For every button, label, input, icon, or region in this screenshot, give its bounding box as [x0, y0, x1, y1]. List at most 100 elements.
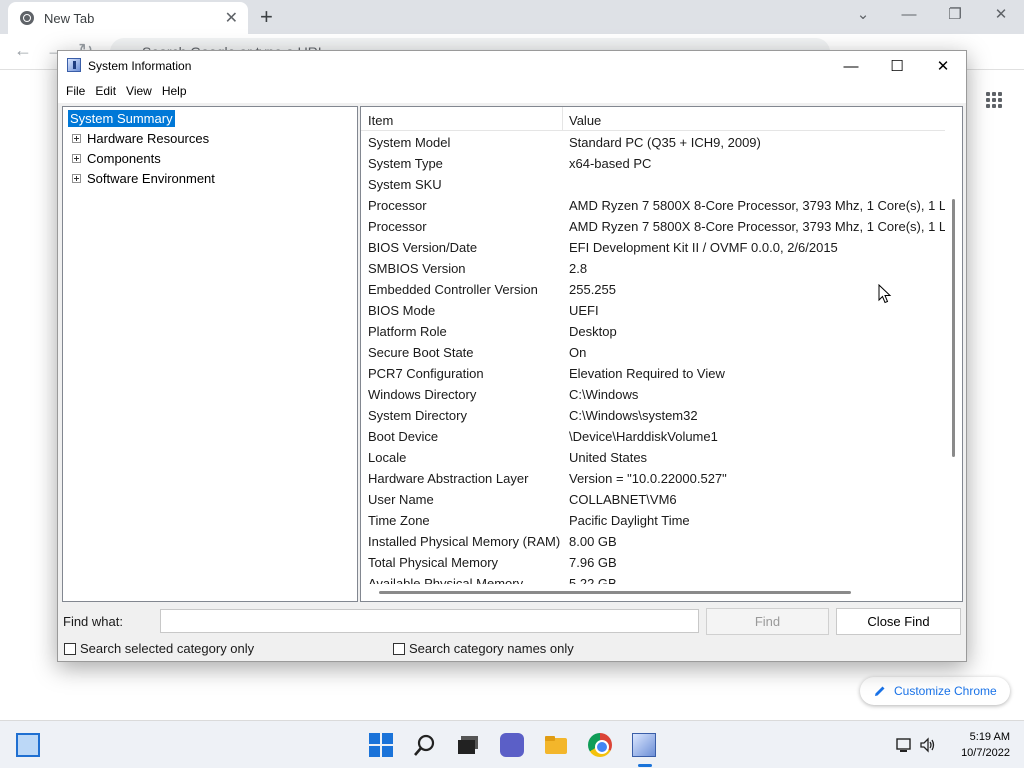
volume-icon[interactable]	[919, 737, 937, 753]
table-row[interactable]: User Name COLLABNET\VM6	[361, 488, 945, 509]
file-explorer-icon[interactable]	[544, 733, 568, 757]
active-app-indicator	[638, 764, 652, 767]
tree-item-system-summary[interactable]: System Summary	[68, 110, 175, 127]
chrome-tab-new-tab[interactable]: New Tab ✕	[8, 2, 248, 34]
table-row[interactable]: Installed Physical Memory (RAM) 8.00 GB	[361, 530, 945, 551]
start-icon[interactable]	[369, 733, 393, 757]
row-item: BIOS Version/Date	[368, 240, 478, 255]
tab-search-chevron-icon[interactable]: ⌄	[840, 0, 886, 30]
row-item: User Name	[368, 492, 434, 507]
row-item: Windows Directory	[368, 387, 477, 402]
column-divider[interactable]	[562, 107, 563, 131]
vertical-scroll-thumb[interactable]	[952, 199, 955, 457]
row-value: Standard PC (Q35 + ICH9, 2009)	[569, 135, 761, 150]
search-icon[interactable]	[413, 733, 437, 757]
minimize-button[interactable]: —	[828, 51, 874, 81]
horizontal-scrollbar[interactable]	[361, 584, 945, 601]
row-value: Version = "10.0.22000.527"	[569, 471, 727, 486]
row-item: Time Zone	[368, 513, 430, 528]
table-row[interactable]: SMBIOS Version 2.8	[361, 257, 945, 278]
tree-item-software-environment[interactable]: Software Environment	[72, 171, 215, 186]
widgets-icon[interactable]	[16, 733, 40, 757]
chrome-icon[interactable]	[588, 733, 612, 757]
tree-item-label: Components	[87, 151, 161, 166]
close-button[interactable]: ✕	[920, 51, 966, 81]
table-row[interactable]: System Model Standard PC (Q35 + ICH9, 200…	[361, 131, 945, 152]
find-button[interactable]: Find	[706, 608, 829, 635]
title-bar[interactable]: System Information — ☐ ✕	[58, 51, 966, 81]
checkbox-box[interactable]	[64, 642, 76, 655]
checkbox-box[interactable]	[393, 642, 405, 655]
expand-plus-icon[interactable]	[72, 174, 81, 183]
menu-edit[interactable]: Edit	[90, 81, 121, 103]
close-find-button[interactable]: Close Find	[836, 608, 961, 635]
vertical-scrollbar[interactable]	[945, 107, 962, 585]
chrome-restore-button[interactable]: ❐	[932, 0, 978, 30]
find-what-label: Find what:	[63, 614, 123, 629]
checkbox-label: Search selected category only	[80, 641, 255, 656]
table-row[interactable]: Time Zone Pacific Daylight Time	[361, 509, 945, 530]
table-row[interactable]: BIOS Mode UEFI	[361, 299, 945, 320]
table-row[interactable]: Processor AMD Ryzen 7 5800X 8-Core Proces…	[361, 194, 945, 215]
column-header-value[interactable]: Value	[569, 113, 601, 128]
new-tab-button[interactable]: +	[260, 4, 273, 30]
customize-chrome-button[interactable]: Customize Chrome	[860, 677, 1010, 705]
tree-item-hardware-resources[interactable]: Hardware Resources	[72, 131, 209, 146]
search-selected-category-checkbox[interactable]: Search selected category only	[64, 641, 254, 656]
table-row[interactable]: System SKU	[361, 173, 945, 194]
table-row[interactable]: Hardware Abstraction Layer Version = "10.…	[361, 467, 945, 488]
table-row[interactable]: PCR7 Configuration Elevation Required to …	[361, 362, 945, 383]
column-header-item[interactable]: Item	[368, 113, 393, 128]
menu-help[interactable]: Help	[157, 81, 192, 103]
checkbox-label: Search category names only	[409, 641, 574, 656]
table-row[interactable]: System Directory C:\Windows\system32	[361, 404, 945, 425]
menu-file[interactable]: File	[61, 81, 90, 103]
system-clock[interactable]: 5:19 AM 10/7/2022	[944, 729, 1010, 761]
find-what-input[interactable]	[160, 609, 699, 633]
table-row[interactable]: Boot Device \Device\HarddiskVolume1	[361, 425, 945, 446]
tab-close-icon[interactable]: ✕	[225, 8, 238, 28]
expand-plus-icon[interactable]	[72, 154, 81, 163]
row-value: Desktop	[569, 324, 617, 339]
back-icon[interactable]: ←	[14, 40, 32, 61]
row-item: System Type	[368, 156, 443, 171]
system-information-taskbar-icon[interactable]	[632, 733, 656, 757]
details-list: Item Value System Model Standard PC (Q35 …	[360, 106, 963, 602]
chrome-tabstrip: New Tab ✕ + ⌄ — ❐ ✕	[0, 0, 1024, 34]
row-item: Secure Boot State	[368, 345, 474, 360]
row-item: SMBIOS Version	[368, 261, 466, 276]
table-row[interactable]: System Type x64-based PC	[361, 152, 945, 173]
window-title: System Information	[88, 59, 192, 73]
table-row[interactable]: BIOS Version/Date EFI Development Kit II …	[361, 236, 945, 257]
row-item: System SKU	[368, 177, 442, 192]
table-row[interactable]: Embedded Controller Version 255.255	[361, 278, 945, 299]
search-category-names-checkbox[interactable]: Search category names only	[393, 641, 574, 656]
row-value: United States	[569, 450, 648, 465]
table-row[interactable]: Windows Directory C:\Windows	[361, 383, 945, 404]
table-row[interactable]: Processor AMD Ryzen 7 5800X 8-Core Proces…	[361, 215, 945, 236]
row-item: Locale	[368, 450, 407, 465]
table-row[interactable]: Secure Boot State On	[361, 341, 945, 362]
row-item: Processor	[368, 198, 427, 213]
row-value: 8.00 GB	[569, 534, 617, 549]
chrome-close-button[interactable]: ✕	[978, 0, 1024, 30]
table-row[interactable]: Total Physical Memory 7.96 GB	[361, 551, 945, 572]
network-icon[interactable]	[895, 737, 913, 753]
table-row[interactable]: Platform Role Desktop	[361, 320, 945, 341]
horizontal-scroll-thumb[interactable]	[379, 591, 851, 594]
row-value: COLLABNET\VM6	[569, 492, 677, 507]
maximize-button[interactable]: ☐	[874, 51, 920, 81]
window-controls: — ☐ ✕	[828, 51, 966, 81]
expand-plus-icon[interactable]	[72, 134, 81, 143]
table-row[interactable]: Locale United States	[361, 446, 945, 467]
menu-view[interactable]: View	[121, 81, 157, 103]
chrome-minimize-button[interactable]: —	[886, 0, 932, 30]
row-value: 7.96 GB	[569, 555, 617, 570]
row-value: 2.8	[569, 261, 588, 276]
tree-item-components[interactable]: Components	[72, 151, 161, 166]
google-apps-icon[interactable]	[986, 92, 1002, 108]
category-tree: System Summary Hardware Resources Compon…	[62, 106, 358, 602]
task-view-icon[interactable]	[456, 733, 480, 757]
customize-chrome-label: Customize Chrome	[894, 684, 997, 698]
teams-chat-icon[interactable]	[500, 733, 524, 757]
